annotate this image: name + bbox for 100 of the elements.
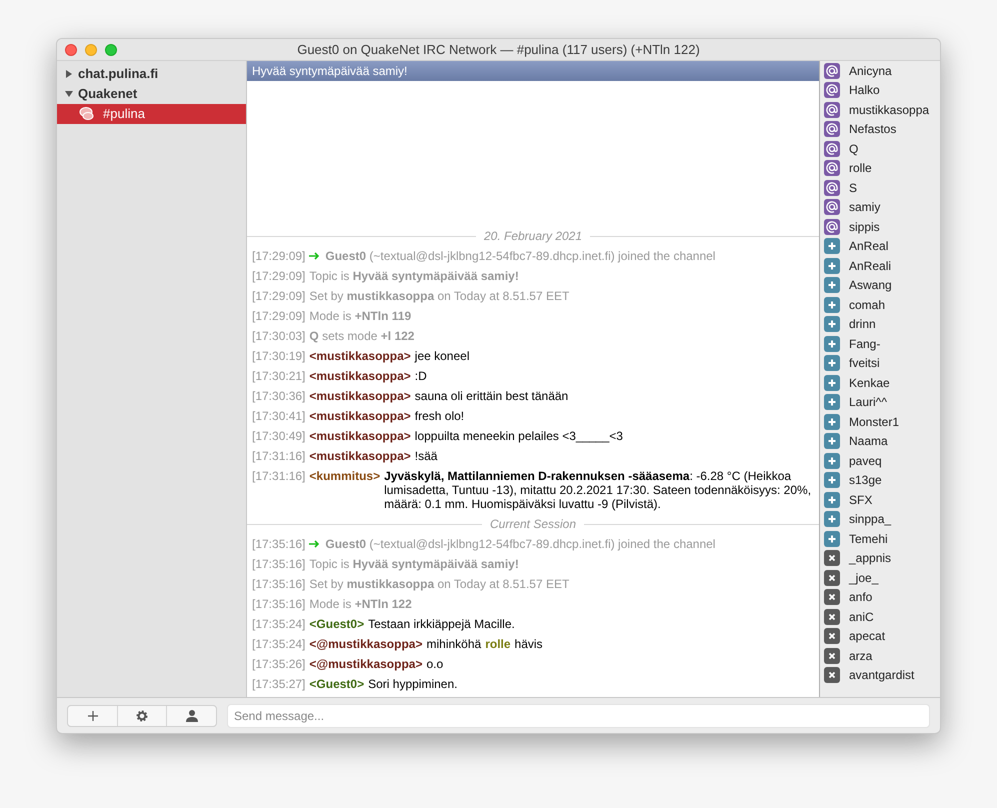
plus-icon xyxy=(824,394,840,410)
event-text: Guest0 (~textual@dsl-jklbng12-54fbc7-89.dhcp.inet.fi) joined the channel xyxy=(325,249,716,263)
timestamp: [17:35:16] xyxy=(252,557,306,571)
timestamp: [17:30:36] xyxy=(252,389,306,403)
plus-icon xyxy=(824,277,840,294)
nick[interactable]: <kummitus> xyxy=(309,469,380,483)
timestamp: [17:30:49] xyxy=(252,429,306,443)
timestamp: [17:30:19] xyxy=(252,349,306,363)
user-item[interactable]: SFX xyxy=(820,490,940,510)
user-item[interactable]: s13ge xyxy=(820,470,940,490)
timestamp: [17:30:41] xyxy=(252,409,306,423)
at-sign-icon xyxy=(824,199,840,216)
user-item[interactable]: apecat xyxy=(820,626,940,646)
timestamp: [17:31:16] xyxy=(252,469,306,483)
user-item[interactable]: avantgardist xyxy=(820,666,940,685)
cross-icon xyxy=(824,570,840,586)
user-item[interactable]: Aswang xyxy=(820,276,940,295)
user-item[interactable]: AnReali xyxy=(820,256,940,276)
plus-icon xyxy=(824,374,840,391)
message-text: loppuilta meneekin pelailes <3_____<3 xyxy=(414,429,623,443)
user-item[interactable]: sippis xyxy=(820,217,940,236)
plus-icon xyxy=(824,355,840,372)
user-item[interactable]: _appnis xyxy=(820,548,940,568)
user-item[interactable]: anfo xyxy=(820,588,940,607)
nick[interactable]: <mustikkasoppa> xyxy=(309,429,411,443)
user-item[interactable]: paveq xyxy=(820,451,940,470)
user-item[interactable]: Q xyxy=(820,139,940,158)
nick[interactable]: <mustikkasoppa> xyxy=(309,389,411,403)
message-text: Jyväskylä, Mattilanniemen D-rakennuksen -sääasema: -6.28 °C (Heikkoa lumisadetta, Tuntuu -13), mitattu 20.2.2021 17:30. Sateen todennäköisyys: 20%, määrä: 0.1 mm. Huomispäiväksi luvattu -9 (Pilvistä). xyxy=(384,469,812,511)
nick[interactable]: <mustikkasoppa> xyxy=(309,449,411,463)
plus-icon xyxy=(824,492,840,508)
user-item[interactable]: AnReal xyxy=(820,236,940,256)
at-sign-icon xyxy=(824,82,840,98)
timestamp: [17:29:09] xyxy=(252,249,306,263)
user-item[interactable]: sinppa_ xyxy=(820,510,940,529)
cross-icon xyxy=(824,550,840,566)
message-text: mihinköhä xyxy=(426,637,482,651)
settings-icon xyxy=(135,708,149,722)
user-item[interactable]: samiy xyxy=(820,198,940,217)
window-title: Guest0 on QuakeNet IRC Network — #pulina (117 users) (+NTln 122) xyxy=(297,40,700,59)
server-item[interactable]: Quakenet xyxy=(57,84,246,104)
plus-icon xyxy=(824,336,840,352)
user-item[interactable]: mustikkasoppa xyxy=(820,100,940,120)
plus-icon xyxy=(824,530,840,547)
nick[interactable]: <@mustikkasoppa> xyxy=(309,657,422,671)
zoom-button[interactable] xyxy=(105,44,117,56)
close-button[interactable] xyxy=(65,44,77,56)
at-sign-icon xyxy=(824,102,840,118)
user-item[interactable]: fveitsi xyxy=(820,354,940,373)
plus-icon xyxy=(824,511,840,528)
user-item[interactable]: Temehi xyxy=(820,529,940,548)
cross-icon xyxy=(824,589,840,606)
timestamp: [17:35:16] xyxy=(252,597,306,611)
nick[interactable]: <@mustikkasoppa> xyxy=(309,637,422,651)
plus-icon xyxy=(824,452,840,469)
event-text: Guest0 (~textual@dsl-jklbng12-54fbc7-89.dhcp.inet.fi) joined the channel xyxy=(325,537,716,551)
user-item[interactable]: drinn xyxy=(820,314,940,334)
date-divider-label: 20. February 2021 xyxy=(484,228,582,245)
nick[interactable]: <Guest0> xyxy=(309,617,364,631)
timestamp: [17:31:16] xyxy=(252,449,306,463)
user-item[interactable]: aniC xyxy=(820,607,940,626)
user-item[interactable]: Fang- xyxy=(820,334,940,354)
user-item[interactable]: Nefastos xyxy=(820,120,940,139)
event-text: Set by mustikkasoppa on Today at 8.51.57 EET xyxy=(309,289,570,303)
cross-icon xyxy=(824,608,840,625)
user-item[interactable]: Anicyna xyxy=(820,61,940,80)
at-sign-icon xyxy=(824,160,840,176)
user-item[interactable]: Lauri^^ xyxy=(820,392,940,412)
user-item[interactable]: S xyxy=(820,178,940,198)
speech-bubbles-icon xyxy=(79,106,95,122)
plus-icon xyxy=(824,296,840,313)
nick[interactable]: <mustikkasoppa> xyxy=(309,409,411,423)
user-item[interactable]: Naama xyxy=(820,432,940,451)
arrow-right-icon xyxy=(309,540,322,548)
nick-mention: rolle xyxy=(485,637,511,651)
plus-icon xyxy=(824,316,840,332)
message-text: Sori hyppiminen. xyxy=(368,677,458,691)
channel-item[interactable]: #pulina xyxy=(57,104,246,124)
timestamp: [17:35:24] xyxy=(252,637,306,651)
server-item[interactable]: chat.pulina.fi xyxy=(57,64,246,84)
user-item[interactable]: _joe_ xyxy=(820,568,940,588)
user-item[interactable]: Monster1 xyxy=(820,412,940,432)
user-item[interactable]: Kenkae xyxy=(820,373,940,392)
nick[interactable]: <mustikkasoppa> xyxy=(309,369,411,383)
user-item[interactable]: Halko xyxy=(820,80,940,100)
timestamp: [17:35:16] xyxy=(252,577,306,591)
user-item[interactable]: rolle xyxy=(820,158,940,178)
user-item[interactable]: arza xyxy=(820,646,940,666)
timestamp: [17:29:09] xyxy=(252,309,306,323)
minimize-button[interactable] xyxy=(85,44,97,56)
message-text: sauna oli erittäin best tänään xyxy=(414,389,568,403)
message-input[interactable]: Send message... xyxy=(227,704,930,728)
cross-icon xyxy=(824,648,840,664)
at-sign-icon xyxy=(824,121,840,138)
nick[interactable]: <Guest0> xyxy=(309,677,364,691)
at-sign-icon xyxy=(824,180,840,196)
user-item[interactable]: comah xyxy=(820,295,940,314)
plus-icon xyxy=(824,414,840,430)
timestamp: [17:35:27] xyxy=(252,677,306,691)
nick[interactable]: <mustikkasoppa> xyxy=(309,349,411,363)
